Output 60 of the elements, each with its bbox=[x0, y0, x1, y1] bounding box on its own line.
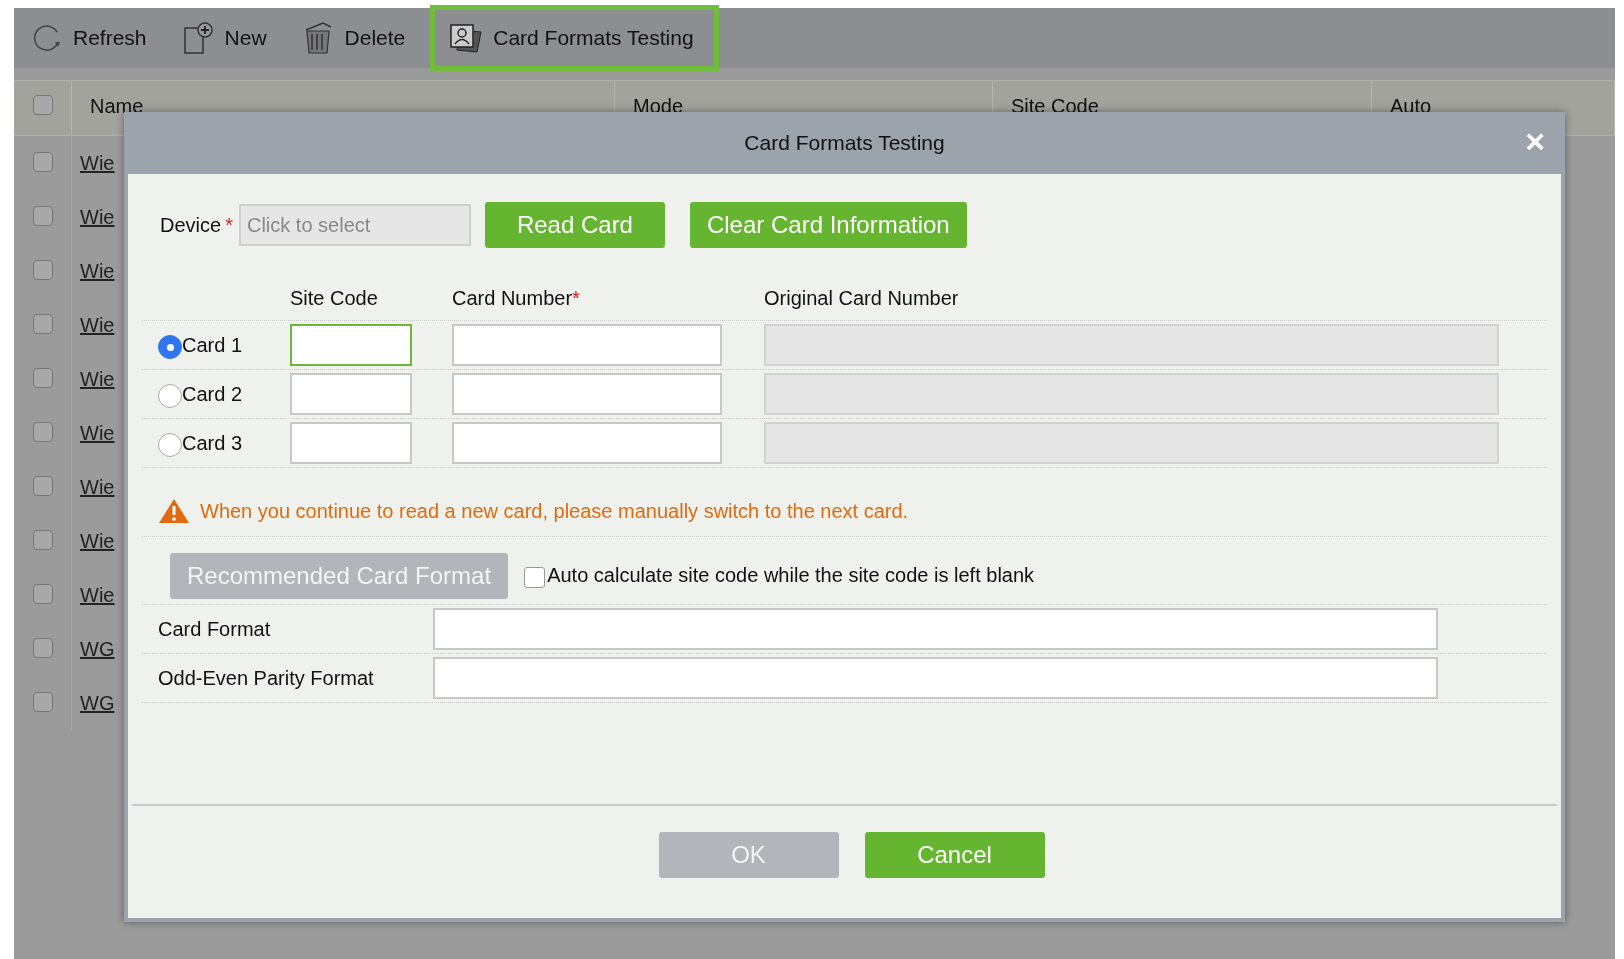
card-number-field[interactable] bbox=[452, 373, 722, 415]
warning-text: When you continue to read a new card, please manually switch to the next card. bbox=[200, 499, 909, 523]
checkbox[interactable] bbox=[32, 530, 53, 550]
text-field[interactable] bbox=[433, 608, 1438, 650]
checkbox[interactable] bbox=[32, 584, 53, 604]
photo-cards-icon bbox=[449, 22, 484, 54]
name-link[interactable]: Wie bbox=[72, 190, 115, 244]
checkbox[interactable] bbox=[32, 692, 53, 712]
name-link[interactable]: Wie bbox=[72, 298, 115, 352]
checkbox[interactable] bbox=[32, 314, 53, 334]
name-link[interactable]: Wie bbox=[72, 460, 115, 514]
card-label: Card 3 bbox=[182, 431, 243, 455]
checkbox[interactable] bbox=[32, 476, 53, 496]
name-link[interactable]: Wie bbox=[72, 568, 115, 622]
name-link[interactable]: Wie bbox=[72, 514, 115, 568]
text-field[interactable] bbox=[433, 657, 1438, 699]
site-code-field[interactable] bbox=[290, 422, 412, 464]
name-link[interactable]: WG bbox=[72, 622, 115, 676]
warning-icon bbox=[158, 498, 190, 524]
checkbox[interactable] bbox=[32, 260, 53, 280]
name-link[interactable]: Wie bbox=[72, 406, 115, 460]
device-label: Device bbox=[160, 213, 222, 237]
card-number-field[interactable] bbox=[452, 422, 722, 464]
required-mark: * bbox=[572, 286, 580, 310]
checkbox[interactable] bbox=[32, 422, 53, 442]
column-header: Card Number bbox=[452, 286, 573, 310]
field-label: Card Format bbox=[158, 617, 272, 641]
radio-button[interactable] bbox=[158, 433, 182, 457]
new-document-icon bbox=[182, 21, 215, 55]
name-link[interactable]: WG bbox=[72, 676, 115, 730]
original-card-number-field[interactable] bbox=[764, 324, 1499, 366]
toolbar-button[interactable]: New bbox=[171, 12, 278, 64]
column-header: Site Code bbox=[290, 286, 378, 310]
checkbox-label: Auto calculate site code while the site code is left blank bbox=[547, 564, 1035, 587]
toolbar-button[interactable]: Card Formats Testing bbox=[430, 5, 719, 71]
radio-button[interactable] bbox=[158, 335, 182, 359]
toolbar-button[interactable]: Refresh bbox=[20, 14, 158, 62]
site-code-field[interactable] bbox=[290, 324, 412, 366]
card-label: Card 2 bbox=[182, 382, 243, 406]
name-link[interactable]: Wie bbox=[72, 136, 115, 190]
radio-button[interactable] bbox=[158, 384, 182, 408]
name-link[interactable]: Wie bbox=[72, 352, 115, 406]
checkbox[interactable] bbox=[32, 638, 53, 658]
toolbar-button[interactable]: Delete bbox=[291, 12, 417, 64]
original-card-number-field[interactable] bbox=[764, 373, 1499, 415]
checkbox[interactable] bbox=[32, 152, 53, 172]
required-mark: * bbox=[225, 213, 233, 237]
name-link[interactable]: Wie bbox=[72, 244, 115, 298]
column-header: Original Card Number bbox=[764, 286, 959, 310]
device-select-field[interactable]: Click to select bbox=[238, 204, 471, 246]
refresh-icon bbox=[31, 23, 63, 53]
checkbox[interactable] bbox=[32, 206, 53, 226]
original-card-number-field[interactable] bbox=[764, 422, 1499, 464]
card-label: Card 1 bbox=[182, 333, 243, 357]
checkbox[interactable] bbox=[32, 368, 53, 388]
site-code-field[interactable] bbox=[290, 373, 412, 415]
checkbox[interactable] bbox=[32, 95, 53, 115]
field-label: Odd-Even Parity Format bbox=[158, 666, 375, 690]
card-number-field[interactable] bbox=[452, 324, 722, 366]
checkbox[interactable] bbox=[524, 567, 546, 588]
